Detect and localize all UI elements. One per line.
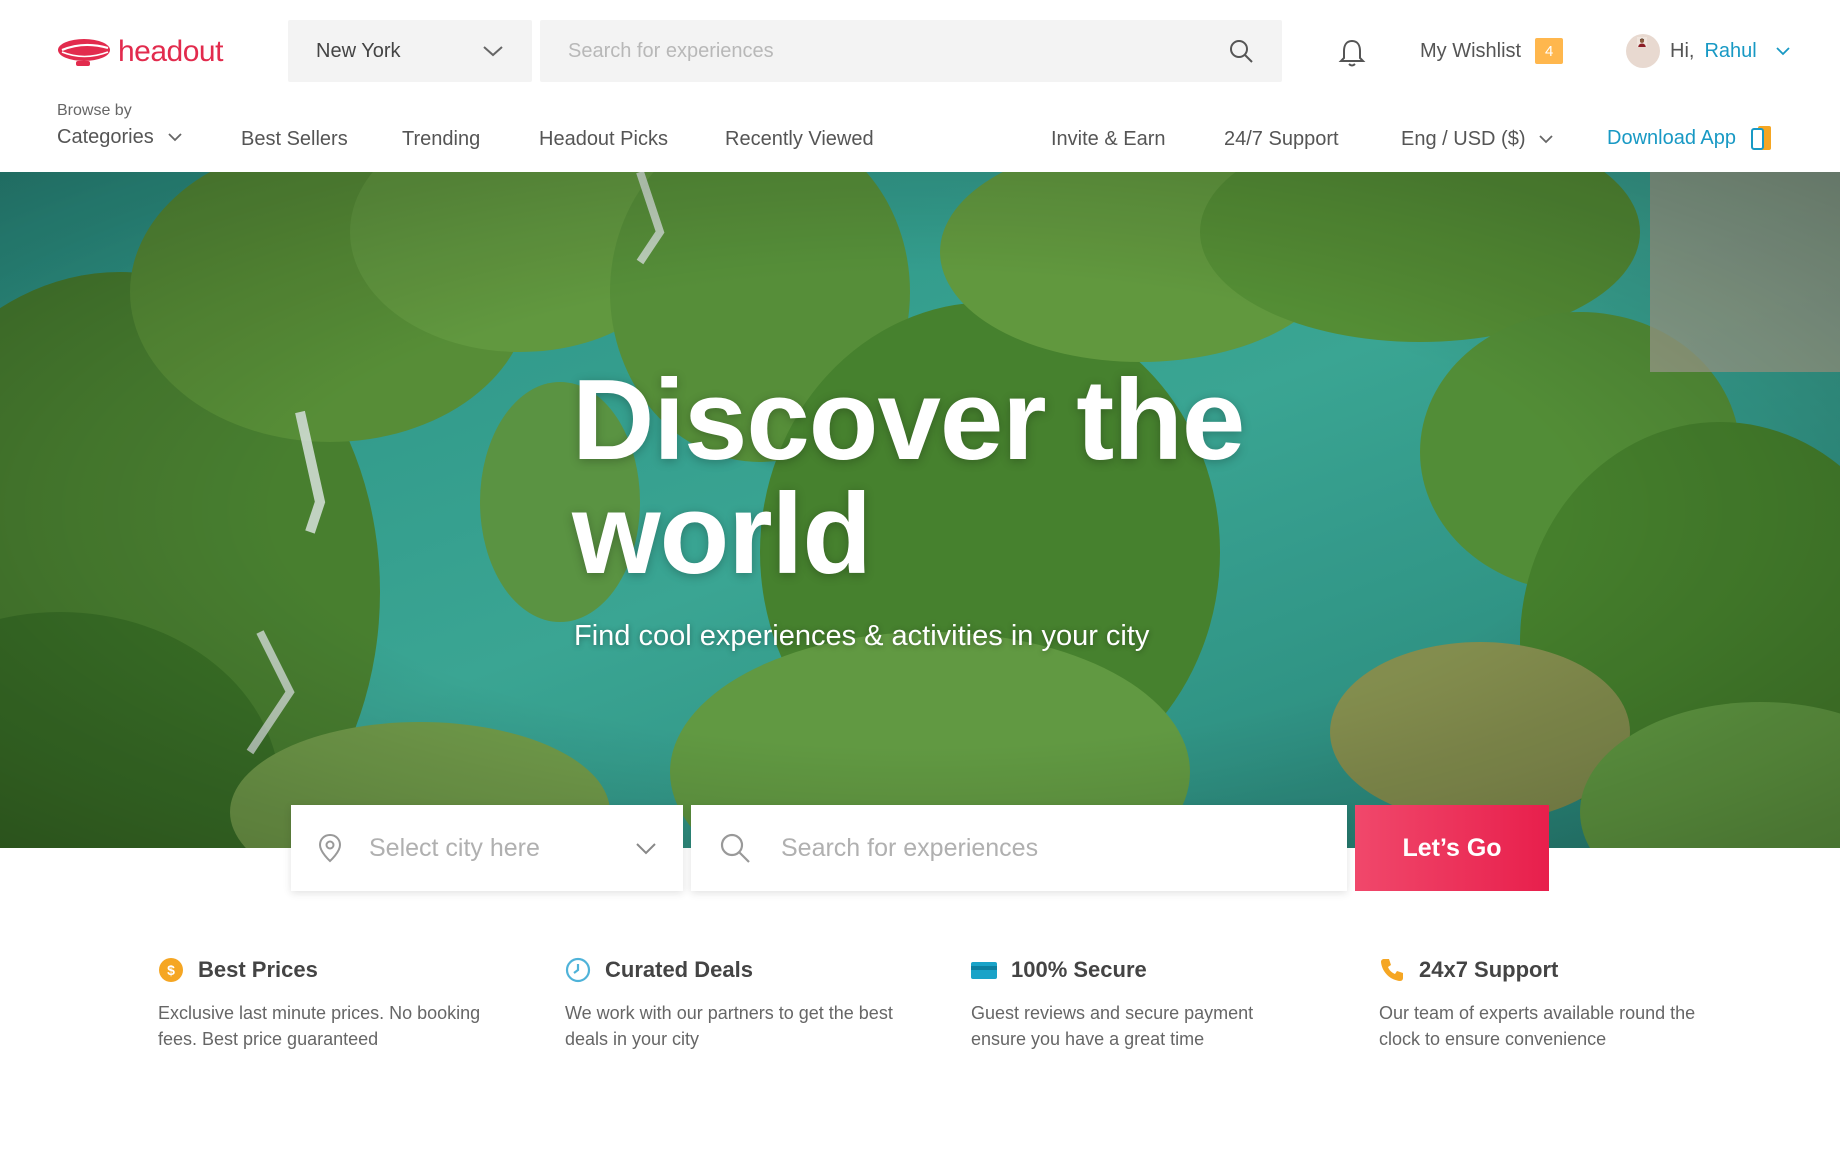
- browse-by-label: Browse by: [57, 102, 132, 119]
- feature-title: Best Prices: [198, 957, 318, 982]
- nav-invite-earn[interactable]: Invite & Earn: [1051, 128, 1166, 151]
- top-header: headout New York My Wishlist 4 Hi: [0, 0, 1840, 172]
- feature-secure: 100% Secure Guest reviews and secure pay…: [971, 956, 1311, 1052]
- experience-search-input[interactable]: [781, 833, 1319, 863]
- browse-categories-dropdown[interactable]: Browse by Categories: [57, 102, 182, 149]
- blimp-logo-icon: [58, 39, 110, 66]
- user-menu[interactable]: Hi, Rahul: [1626, 34, 1791, 68]
- chevron-down-icon: [168, 133, 182, 142]
- feature-description: Guest reviews and secure payment ensure …: [971, 1003, 1254, 1049]
- language-currency-dropdown[interactable]: Eng / USD ($): [1401, 128, 1554, 151]
- categories-label: Categories: [57, 126, 154, 148]
- nav-recently-viewed[interactable]: Recently Viewed: [725, 128, 874, 151]
- chevron-down-icon: [636, 842, 656, 854]
- feature-title: 100% Secure: [1011, 957, 1147, 982]
- nav-support[interactable]: 24/7 Support: [1224, 128, 1339, 151]
- bell-icon[interactable]: [1338, 38, 1366, 68]
- nav-best-sellers[interactable]: Best Sellers: [241, 128, 348, 151]
- feature-title: Curated Deals: [605, 957, 753, 982]
- experience-search-bar: [691, 805, 1347, 891]
- logo-text: headout: [118, 35, 223, 68]
- feature-support: 24x7 Support Our team of experts availab…: [1379, 956, 1719, 1052]
- clock-icon: [565, 957, 591, 983]
- credit-card-icon: [971, 962, 997, 979]
- user-name: Rahul: [1704, 39, 1757, 62]
- feature-curated-deals: Curated Deals We work with our partners …: [565, 956, 905, 1052]
- wishlist-link[interactable]: My Wishlist 4: [1420, 38, 1564, 64]
- chevron-down-icon: [483, 46, 503, 57]
- header-search-input[interactable]: [568, 39, 1228, 63]
- header-search-bar: [540, 20, 1282, 82]
- feature-description: Exclusive last minute prices. No booking…: [158, 1003, 481, 1049]
- feature-best-prices: $ Best Prices Exclusive last minute pric…: [158, 956, 498, 1052]
- feature-title: 24x7 Support: [1419, 957, 1559, 982]
- chevron-down-icon: [1776, 47, 1790, 56]
- download-app-link[interactable]: Download App: [1607, 124, 1774, 152]
- feature-description: We work with our partners to get the bes…: [565, 1003, 893, 1049]
- city-dropdown[interactable]: New York: [288, 20, 532, 82]
- phone-icon: [1381, 959, 1403, 981]
- wishlist-count-badge: 4: [1535, 38, 1564, 64]
- nav-trending[interactable]: Trending: [402, 128, 480, 151]
- hero-title: Discover the world: [572, 357, 1245, 598]
- select-city-dropdown[interactable]: Select city here: [291, 805, 683, 891]
- nav-headout-picks[interactable]: Headout Picks: [539, 128, 668, 151]
- search-icon: [720, 833, 750, 863]
- select-city-placeholder: Select city here: [369, 833, 540, 862]
- hero-subtitle: Find cool experiences & activities in yo…: [574, 620, 1150, 652]
- chevron-down-icon: [1539, 135, 1554, 144]
- avatar: [1626, 34, 1660, 68]
- search-icon[interactable]: [1228, 38, 1254, 64]
- feature-description: Our team of experts available round the …: [1379, 1003, 1696, 1049]
- hero-banner: Discover the world Find cool experiences…: [0, 172, 1840, 848]
- lets-go-button[interactable]: Let’s Go: [1355, 805, 1549, 891]
- download-app-label: Download App: [1607, 126, 1736, 149]
- coin-icon: $: [159, 958, 183, 982]
- selected-city: New York: [316, 39, 401, 62]
- greeting-text: Hi,: [1670, 39, 1695, 62]
- language-currency-label: Eng / USD ($): [1401, 128, 1526, 150]
- svg-text:$: $: [167, 962, 175, 978]
- headout-logo[interactable]: headout: [56, 32, 223, 72]
- wishlist-label: My Wishlist: [1420, 39, 1522, 62]
- mobile-phone-icon: [1750, 126, 1771, 150]
- location-pin-icon: [318, 833, 342, 863]
